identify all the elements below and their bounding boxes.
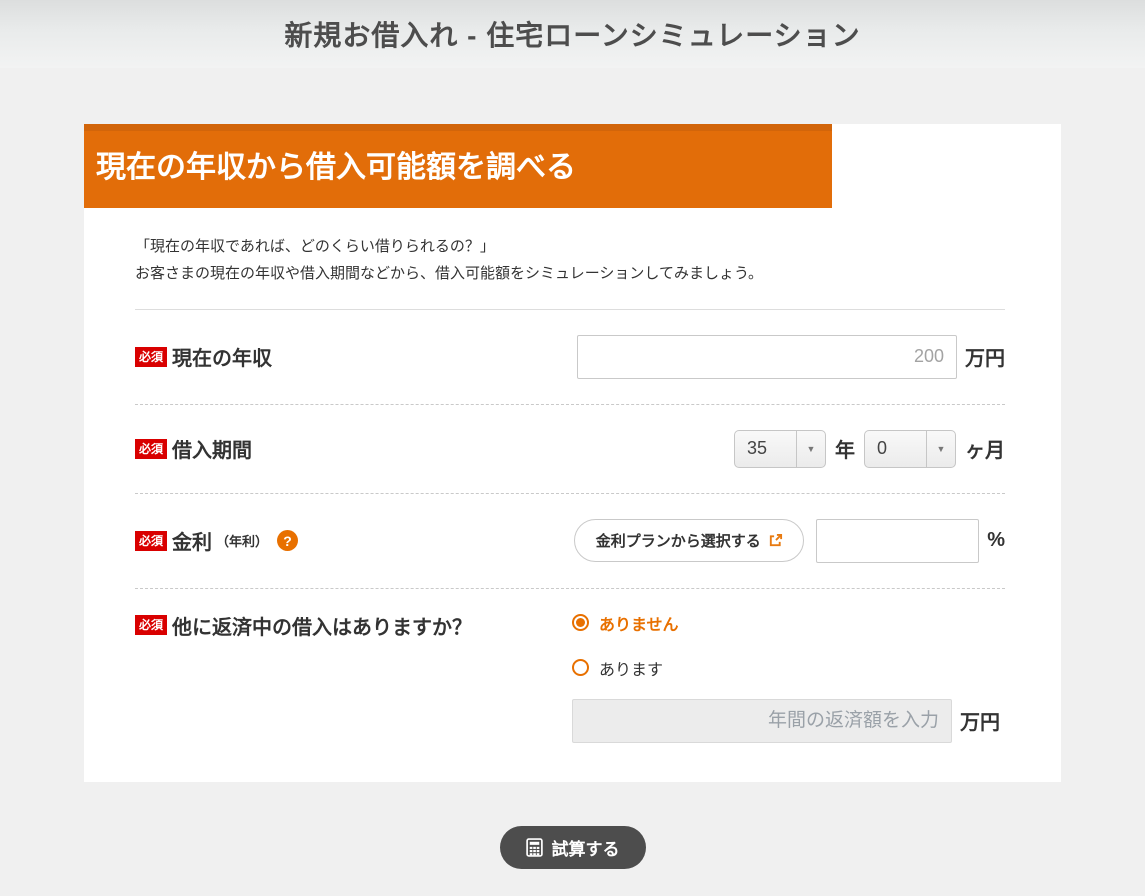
section-heading: 現在の年収から借入可能額を調べる <box>84 131 832 208</box>
radio-option-none[interactable]: ありません <box>572 611 1005 635</box>
help-icon[interactable]: ? <box>277 530 298 551</box>
years-unit: 年 <box>835 434 855 463</box>
page-header: 新規お借入れ - 住宅ローンシミュレーション <box>0 0 1145 68</box>
income-label-group: 必須 現在の年収 <box>135 342 272 371</box>
repayment-unit: 万円 <box>960 706 1000 735</box>
calculate-button-label: 試算する <box>552 835 620 860</box>
rate-label-group: 必須 金利 （年利） ? <box>135 526 298 555</box>
period-label-group: 必須 借入期間 <box>135 434 252 463</box>
other-loans-label: 他に返済中の借入はありますか？ <box>172 611 472 640</box>
rate-unit: % <box>987 529 1005 552</box>
other-loans-label-group: 必須 他に返済中の借入はありますか？ <box>135 611 472 640</box>
other-loans-radio-group: ありません あります <box>572 611 1005 680</box>
row-loan-period: 必須 借入期間 35 ▼ 年 0 ▼ ヶ月 <box>135 405 1005 494</box>
chevron-down-icon: ▼ <box>796 431 825 467</box>
page-title: 新規お借入れ - 住宅ローンシミュレーション <box>284 14 860 54</box>
income-input[interactable] <box>577 335 957 379</box>
required-badge: 必須 <box>135 439 167 459</box>
months-unit: ヶ月 <box>965 434 1005 463</box>
income-unit: 万円 <box>965 342 1005 371</box>
radio-option-yes-label[interactable]: あります <box>599 656 663 680</box>
rate-sublabel: （年利） <box>216 531 268 550</box>
rate-label: 金利 <box>172 526 212 555</box>
years-select-value: 35 <box>735 431 796 467</box>
calculator-icon <box>526 838 543 857</box>
chevron-down-icon: ▼ <box>926 431 955 467</box>
required-badge: 必須 <box>135 347 167 367</box>
required-badge: 必須 <box>135 531 167 551</box>
repayment-input-line: 万円 <box>572 699 1005 743</box>
external-link-icon <box>768 533 783 548</box>
row-current-income: 必須 現在の年収 万円 <box>135 310 1005 405</box>
calculate-button[interactable]: 試算する <box>500 826 646 869</box>
description-line-2: お客さまの現在の年収や借入期間などから、借入可能額をシミュレーションしてみましょ… <box>135 260 1005 287</box>
radio-selected-icon[interactable] <box>572 614 589 631</box>
radio-unselected-icon[interactable] <box>572 659 589 676</box>
period-label: 借入期間 <box>172 434 252 463</box>
simulation-card: 現在の年収から借入可能額を調べる 「現在の年収であれば、どのくらい借りられるの？… <box>84 124 1061 782</box>
loan-period-months-select[interactable]: 0 ▼ <box>864 430 956 468</box>
annual-repayment-input[interactable] <box>572 699 952 743</box>
months-select-value: 0 <box>865 431 926 467</box>
rate-input[interactable] <box>816 519 979 563</box>
radio-option-yes[interactable]: あります <box>572 656 1005 680</box>
rate-plan-select-button[interactable]: 金利プランから選択する <box>574 519 804 562</box>
loan-period-years-select[interactable]: 35 ▼ <box>734 430 826 468</box>
section-heading-banner: 現在の年収から借入可能額を調べる <box>84 124 832 208</box>
row-interest-rate: 必須 金利 （年利） ? 金利プランから選択する <box>135 494 1005 589</box>
row-other-loans: 必須 他に返済中の借入はありますか？ ありません あります 万円 <box>135 589 1005 768</box>
section-description: 「現在の年収であれば、どのくらい借りられるの？」 お客さまの現在の年収や借入期間… <box>135 233 1005 287</box>
radio-option-none-label[interactable]: ありません <box>599 611 679 635</box>
description-line-1: 「現在の年収であれば、どのくらい借りられるの？」 <box>135 233 1005 260</box>
required-badge: 必須 <box>135 615 167 635</box>
rate-plan-button-label: 金利プランから選択する <box>596 530 761 551</box>
income-label: 現在の年収 <box>172 342 272 371</box>
